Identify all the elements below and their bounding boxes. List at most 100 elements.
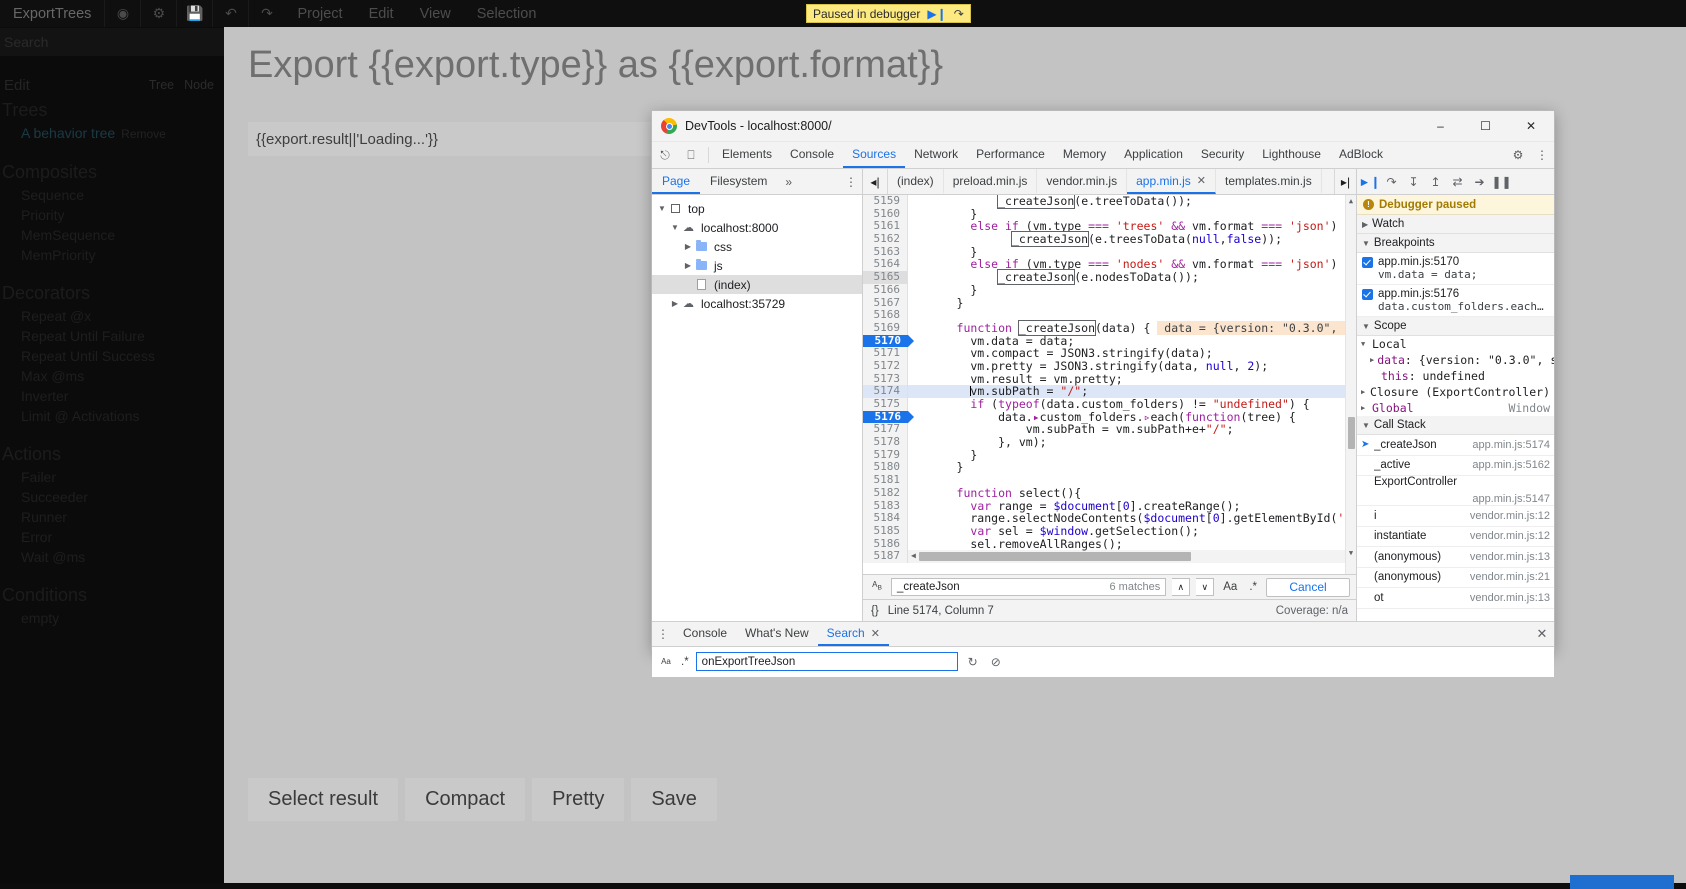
chevron-right-icon[interactable]: ▶ [1361, 388, 1367, 396]
scope-row[interactable]: ▶data: {version: "0.3.0", s… [1357, 352, 1554, 368]
select-result-button[interactable]: Select result [248, 778, 398, 821]
resume-icon[interactable]: ▶❙ [927, 7, 946, 21]
palette-item[interactable]: Repeat Until Failure [0, 326, 224, 346]
scope-row[interactable]: ▶Closure (ExportController) [1357, 384, 1554, 400]
line-number[interactable]: 5172 [863, 360, 908, 373]
panel-tab-security[interactable]: Security [1192, 142, 1253, 168]
settings-gear-icon[interactable]: ⚙ [1506, 142, 1530, 168]
palette-item[interactable]: A behavior treeRemove [0, 123, 224, 144]
menu-selection[interactable]: Selection [464, 6, 550, 22]
palette-item[interactable]: Repeat @x [0, 306, 224, 326]
menu-view[interactable]: View [407, 6, 464, 22]
step-icon[interactable]: ⇄ [1447, 171, 1468, 193]
code-line[interactable]: 5159 _createJson(e.treeToData()); [863, 195, 1356, 208]
drawer-tab-console[interactable]: Console [674, 622, 736, 646]
palette-item[interactable]: Wait @ms [0, 547, 224, 567]
resume-icon[interactable]: ►❙ [1359, 171, 1380, 193]
more-options-icon[interactable]: ⋮ [1530, 142, 1554, 168]
scope-row[interactable]: ▼Local [1357, 336, 1554, 352]
call-stack-row[interactable]: (anonymous)vendor.min.js:21 [1357, 568, 1554, 589]
file-tree-row[interactable]: (index) [652, 275, 862, 294]
code-line[interactable]: 5175 if (typeof(data.custom_folders) != … [863, 398, 1356, 411]
code-line[interactable]: 5166 } [863, 284, 1356, 297]
call-stack-section-header[interactable]: ▼ Call Stack [1357, 416, 1554, 435]
palette-item[interactable]: Max @ms [0, 366, 224, 386]
panel-tab-sources[interactable]: Sources [843, 142, 905, 168]
file-tree-row[interactable]: ▼☁localhost:8000 [652, 218, 862, 237]
close-icon[interactable]: ✕ [1197, 174, 1206, 187]
step-over-icon[interactable]: ↷ [954, 7, 964, 21]
line-number[interactable]: 5181 [863, 474, 908, 487]
save-icon[interactable]: 💾 [176, 0, 212, 27]
palette-item[interactable]: Succeeder [0, 487, 224, 507]
line-number[interactable]: 5185 [863, 525, 908, 538]
panel-tab-memory[interactable]: Memory [1054, 142, 1115, 168]
code-line[interactable]: 5186 sel.removeAllRanges(); [863, 538, 1356, 551]
line-number[interactable]: 5178 [863, 436, 908, 449]
palette-item[interactable]: Error [0, 527, 224, 547]
deactivate-breakpoints-icon[interactable]: ➔ [1469, 171, 1490, 193]
step-out-icon[interactable]: ↥ [1425, 171, 1446, 193]
chevron-right-icon[interactable]: ▶ [682, 261, 694, 270]
compact-button[interactable]: Compact [405, 778, 525, 821]
find-input[interactable]: _createJson 6 matches [891, 578, 1166, 596]
breakpoint-item[interactable]: app.min.js:5176data.custom_folders.each… [1357, 285, 1554, 317]
editor-tab-app-min-js[interactable]: app.min.js✕ [1127, 169, 1216, 194]
code-line[interactable]: 5168 [863, 309, 1356, 322]
navigator-tab-filesystem[interactable]: Filesystem [700, 169, 777, 194]
play-circle-icon[interactable]: ◉ [104, 0, 140, 27]
panel-tab-elements[interactable]: Elements [713, 142, 781, 168]
line-number[interactable]: 5184 [863, 512, 908, 525]
editor-horizontal-scrollbar[interactable]: 5187 ◀ [863, 550, 1356, 563]
line-number[interactable]: 5175 [863, 398, 908, 411]
line-number[interactable]: 5159 [863, 195, 908, 208]
editor-tab-vendor-min-js[interactable]: vendor.min.js [1037, 169, 1127, 194]
palette-item[interactable]: Sequence [0, 185, 224, 205]
chevron-right-icon[interactable]: ▶ [682, 242, 694, 251]
editor-tabs-overflow-icon[interactable]: ▸| [1334, 169, 1356, 194]
code-line[interactable]: 5165 _createJson(e.nodesToData()); [863, 271, 1356, 284]
chevron-down-icon[interactable]: ▼ [669, 223, 681, 232]
navigator-tab-page[interactable]: Page [652, 169, 700, 194]
app-tab-node[interactable]: Node [184, 78, 224, 92]
find-cancel-button[interactable]: Cancel [1266, 578, 1350, 597]
palette-item[interactable]: MemPriority [0, 245, 224, 265]
navigator-overflow-icon[interactable]: » [777, 169, 800, 194]
breakpoint-checkbox[interactable] [1362, 289, 1373, 300]
scope-section-header[interactable]: ▼ Scope [1357, 317, 1554, 336]
chevron-down-icon[interactable]: ▼ [1361, 340, 1369, 348]
palette-item[interactable]: Failer [0, 467, 224, 487]
palette-item[interactable]: Inverter [0, 386, 224, 406]
minimize-button[interactable]: – [1418, 111, 1463, 142]
palette-item[interactable]: MemSequence [0, 225, 224, 245]
find-prev-button[interactable]: ∧ [1172, 578, 1190, 596]
drawer-search-input[interactable]: onExportTreeJson [696, 652, 958, 671]
drawer-match-case-icon[interactable]: Aa [658, 658, 674, 666]
toggle-navigator-icon[interactable]: ◂| [863, 169, 888, 194]
code-line[interactable]: 5167 } [863, 297, 1356, 310]
palette-item[interactable]: Repeat Until Success [0, 346, 224, 366]
inspect-element-icon[interactable]: ⎋ [652, 142, 678, 168]
panel-tab-lighthouse[interactable]: Lighthouse [1253, 142, 1330, 168]
pause-on-exceptions-icon[interactable]: ❚❚ [1491, 171, 1512, 193]
code-viewer[interactable]: 5159 _createJson(e.treeToData());5160 }5… [863, 195, 1356, 574]
breakpoint-item[interactable]: app.min.js:5170vm.data = data; [1357, 253, 1554, 285]
maximize-button[interactable]: ☐ [1463, 111, 1508, 142]
watch-section-header[interactable]: ▶ Watch [1357, 215, 1554, 234]
gear-icon[interactable]: ⚙ [140, 0, 176, 27]
scope-row[interactable]: this: undefined [1357, 368, 1554, 384]
find-next-button[interactable]: ∨ [1196, 578, 1214, 596]
call-stack-row[interactable]: _activeapp.min.js:5162 [1357, 456, 1554, 477]
find-regex-toggle[interactable]: .* [1246, 581, 1260, 593]
app-tab-tree[interactable]: Tree [149, 78, 184, 92]
hscroll-left-arrow-icon[interactable]: ◀ [908, 550, 919, 563]
palette-item[interactable]: Limit @ Activations [0, 406, 224, 426]
code-line[interactable]: 5181 [863, 474, 1356, 487]
file-tree-row[interactable]: ▼top [652, 199, 862, 218]
code-line[interactable]: 5184 range.selectNodeContents($document[… [863, 512, 1356, 525]
save-button[interactable]: Save [631, 778, 717, 821]
pretty-print-icon[interactable]: {} [871, 605, 879, 617]
step-over-icon[interactable]: ↷ [1381, 171, 1402, 193]
editor-tab--index-[interactable]: (index) [888, 169, 944, 194]
vscroll-down-arrow-icon[interactable]: ▼ [1346, 547, 1356, 560]
